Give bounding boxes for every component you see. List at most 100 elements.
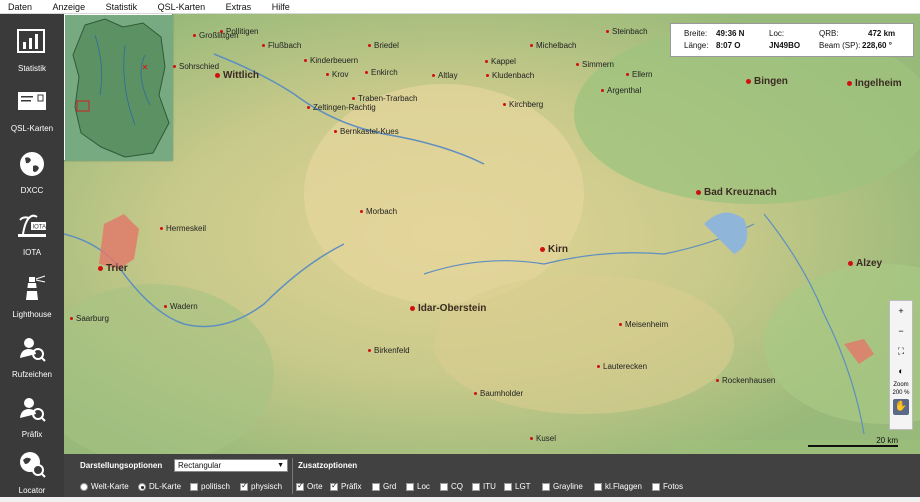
callsign-search-icon — [20, 338, 46, 362]
sidebar-item-qsl-karten[interactable]: QSL-Karten — [0, 80, 64, 140]
zusatz-title: Zusatzoptionen — [298, 461, 358, 470]
town-saarburg: Saarburg — [70, 314, 109, 323]
germany-overview-inset[interactable] — [64, 14, 173, 161]
menu-extras[interactable]: Extras — [222, 0, 256, 14]
menu-anzeige[interactable]: Anzeige — [49, 0, 90, 14]
checkbox-icon — [296, 481, 304, 491]
town-enkirch: Enkirch — [365, 68, 398, 77]
town-argenthal: Argenthal — [601, 86, 641, 95]
town-zeltingen-rachtig: Zeltingen-Rachtig — [307, 103, 376, 112]
qsl-card-icon — [18, 92, 46, 110]
terrain-map — [64, 14, 920, 454]
locator-search-icon — [20, 452, 46, 478]
globe-icon — [20, 152, 44, 176]
checkbox-icon — [330, 481, 338, 491]
radio-welt-karte[interactable]: Welt-Karte — [80, 482, 129, 491]
lighthouse-icon — [26, 275, 46, 300]
checkbox-icon — [652, 482, 660, 491]
checkbox-icon — [440, 482, 448, 491]
check-orte[interactable]: Orte — [296, 481, 323, 491]
checkbox-icon — [472, 482, 480, 491]
pan-hand-icon[interactable]: ✋ — [893, 399, 909, 415]
check-loc-label: Loc — [417, 482, 430, 491]
check-physisch[interactable]: physisch — [240, 481, 283, 491]
town-krov: Krov — [326, 70, 348, 79]
checkbox-icon — [594, 482, 602, 491]
sidebar-item-locator[interactable]: Locator — [0, 442, 64, 502]
check-grayline[interactable]: Grayline — [542, 482, 583, 491]
menu-daten[interactable]: Daten — [4, 0, 36, 14]
projection-select[interactable]: Rectangular ▼ — [174, 459, 288, 472]
town-kirn: Kirn — [540, 244, 568, 255]
zoom-readout: Zoom 200 % — [890, 381, 912, 397]
check-kl-flaggen-label: kl.Flaggen — [605, 482, 642, 491]
check-praefix[interactable]: Präfix — [330, 481, 362, 491]
radio-welt-label: Welt-Karte — [91, 482, 129, 491]
town-kappel: Kappel — [485, 57, 516, 66]
town-kludenbach: Kludenbach — [486, 71, 534, 80]
check-politisch-label: politisch — [201, 482, 230, 491]
check-lgt[interactable]: LGT — [504, 482, 531, 491]
check-cq-label: CQ — [451, 482, 463, 491]
checkbox-icon — [504, 482, 512, 491]
germany-outline — [65, 15, 173, 161]
town-ellern: Ellern — [626, 70, 652, 79]
checkbox-icon — [240, 481, 248, 491]
town-bad-kreuznach: Bad Kreuznach — [696, 187, 777, 198]
check-fotos-label: Fotos — [663, 482, 684, 491]
breite-label: Breite: — [684, 29, 708, 38]
sidebar-item-statistik[interactable]: Statistik — [0, 20, 64, 80]
check-fotos[interactable]: Fotos — [652, 482, 683, 491]
town-baumholder: Baumholder — [474, 389, 523, 398]
panel-divider — [292, 458, 293, 494]
check-orte-label: Orte — [307, 482, 323, 491]
projection-value: Rectangular — [178, 461, 222, 470]
menu-qsl-karten[interactable]: QSL-Karten — [154, 0, 210, 14]
position-info-box: Breite: 49:36 N Länge: 8:07 O Loc: JN49B… — [670, 23, 914, 57]
laenge-value: 8:07 O — [716, 41, 741, 50]
town-meisenheim: Meisenheim — [619, 320, 668, 329]
town-flussbach: Flußbach — [262, 41, 301, 50]
breite-value: 49:36 N — [716, 29, 745, 38]
fullscreen-button[interactable]: ⛶ — [890, 341, 912, 361]
check-grd[interactable]: Grd — [372, 482, 396, 491]
check-grd-label: Grd — [383, 482, 397, 491]
sidebar-item-rufzeichen[interactable]: Rufzeichen — [0, 326, 64, 386]
menu-hilfe[interactable]: Hilfe — [268, 0, 294, 14]
qrb-value: 472 km — [868, 29, 896, 38]
check-lgt-label: LGT — [515, 482, 531, 491]
menu-statistik[interactable]: Statistik — [102, 0, 142, 14]
options-panel: Darstellungsoptionen Rectangular ▼ Welt-… — [64, 454, 920, 497]
check-praefix-label: Präfix — [341, 482, 362, 491]
check-loc[interactable]: Loc — [406, 482, 430, 491]
svg-text:IOTA: IOTA — [33, 225, 47, 231]
check-politisch[interactable]: politisch — [190, 482, 230, 491]
zoom-value: 200 % — [892, 390, 910, 396]
check-itu[interactable]: ITU — [472, 482, 496, 491]
iota-island-icon: IOTA — [18, 214, 47, 237]
zoom-out-button[interactable]: − — [890, 321, 912, 341]
laenge-label: Länge: — [684, 41, 709, 50]
town-simmern: Simmern — [576, 60, 614, 69]
sidebar-item-lighthouse[interactable]: Lighthouse — [0, 266, 64, 326]
check-cq[interactable]: CQ — [440, 482, 463, 491]
town-kirchberg: Kirchberg — [503, 100, 543, 109]
loc-label: Loc: — [769, 29, 785, 38]
sidebar-label-rufzeichen: Rufzeichen — [11, 370, 53, 379]
town-altlay: Altlay — [432, 71, 458, 80]
zoom-in-button[interactable]: + — [890, 301, 912, 321]
town-kusel: Kusel — [530, 434, 556, 443]
check-kl-flaggen[interactable]: kl.Flaggen — [594, 482, 642, 491]
town-sohrschied: Sohrschied — [173, 62, 219, 71]
radio-dl-karte[interactable]: DL-Karte — [138, 482, 181, 491]
sidebar-item-dxcc[interactable]: DXCC — [0, 142, 64, 202]
map-view[interactable]: Wittlich Großlittgen Pollitigen Flußbach… — [64, 14, 920, 454]
check-grayline-label: Grayline — [553, 482, 583, 491]
town-michelbach: Michelbach — [530, 41, 576, 50]
check-physisch-label: physisch — [251, 482, 283, 491]
sidebar-item-iota[interactable]: IOTA IOTA — [0, 204, 64, 264]
sidebar-item-praefix[interactable]: Präfix — [0, 386, 64, 446]
menu-bar: Daten Anzeige Statistik QSL-Karten Extra… — [0, 0, 920, 14]
globe-view-button[interactable]: ◐ — [890, 361, 912, 381]
sidebar-label-iota: IOTA — [22, 248, 42, 257]
